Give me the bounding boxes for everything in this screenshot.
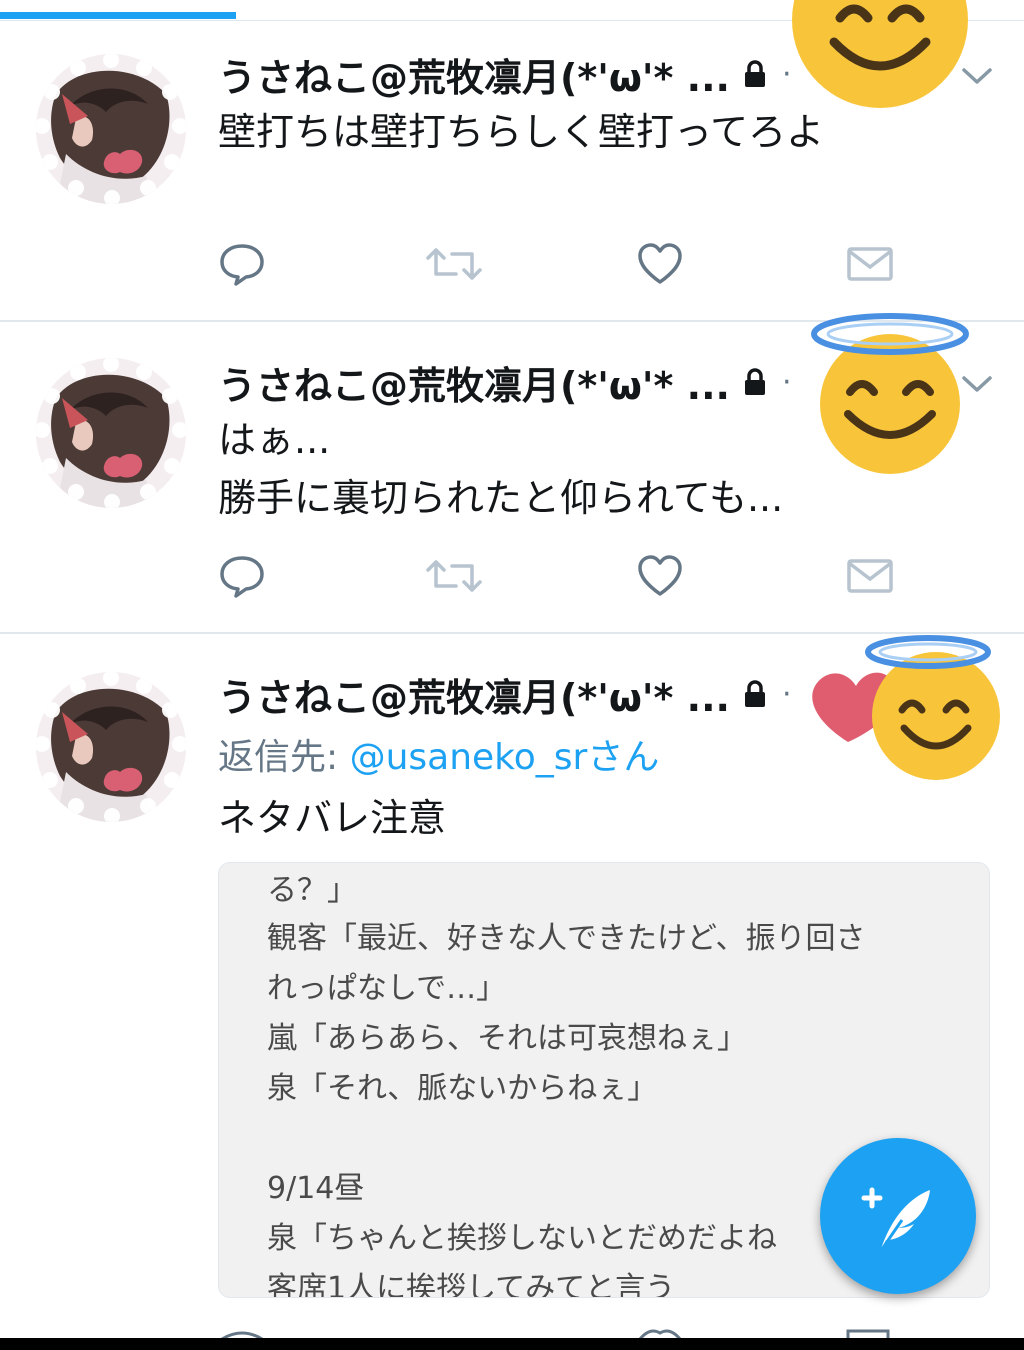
image-text-line: 嵐「あらあら、それは可哀想ねぇ」 bbox=[267, 1021, 747, 1056]
separator-dot: · bbox=[781, 364, 792, 400]
tweet-actions bbox=[218, 552, 918, 602]
reply-handle-link[interactable]: @usaneko_srさん bbox=[350, 737, 660, 778]
tweet-header: うさねこ@荒牧凛月(*'ω'* ... · bbox=[218, 46, 792, 102]
reply-icon[interactable] bbox=[218, 240, 266, 288]
envelope-icon[interactable] bbox=[846, 552, 894, 600]
lock-icon bbox=[742, 59, 768, 89]
tab-indicator bbox=[0, 12, 236, 19]
smiling-face-emoji bbox=[790, 0, 970, 110]
retweet-icon[interactable] bbox=[426, 240, 482, 288]
image-text-line: 観客「最近、好きな人できたけど、振り回さ bbox=[267, 921, 866, 956]
avatar[interactable] bbox=[36, 54, 186, 204]
system-navigation-bar bbox=[0, 1338, 1024, 1350]
image-text-line: 客席1人に挨拶してみてと言う bbox=[267, 1271, 676, 1298]
avatar[interactable] bbox=[36, 358, 186, 508]
separator-dot: · bbox=[781, 676, 792, 712]
tweet-text: 壁打ちは壁打ちらしく壁打ってろよ bbox=[218, 110, 825, 154]
tweet-text-line: はぁ... bbox=[218, 418, 331, 462]
heart-icon[interactable] bbox=[636, 552, 684, 600]
compose-feather-icon bbox=[861, 1187, 930, 1253]
tweet-text-line: 勝手に裏切られたと仰られても... bbox=[218, 476, 784, 520]
display-name[interactable]: うさねこ@荒牧凛月(*'ω'* ... bbox=[218, 355, 730, 410]
image-text-line: 泉「それ、脈ないからねぇ」 bbox=[267, 1071, 658, 1106]
tweet-header: うさねこ@荒牧凛月(*'ω'* ... · bbox=[218, 666, 792, 722]
avatar[interactable] bbox=[36, 672, 186, 822]
lock-icon bbox=[742, 679, 768, 709]
compose-button[interactable] bbox=[820, 1138, 976, 1294]
display-name[interactable]: うさねこ@荒牧凛月(*'ω'* ... bbox=[218, 667, 730, 722]
retweet-icon[interactable] bbox=[426, 552, 482, 600]
smiling-face-with-halo-emoji bbox=[804, 306, 976, 478]
tweet-header: うさねこ@荒牧凛月(*'ω'* ... · bbox=[218, 354, 792, 410]
image-text-line: れっぱなしで…」 bbox=[267, 971, 507, 1006]
reply-prefix: 返信先: bbox=[218, 737, 350, 778]
image-text-line: 泉「ちゃんと挨拶しないとだめだよね bbox=[267, 1221, 777, 1256]
envelope-icon[interactable] bbox=[846, 240, 894, 288]
reply-context: 返信先: @usaneko_srさん bbox=[218, 728, 659, 788]
heart-icon[interactable] bbox=[636, 240, 684, 288]
display-name[interactable]: うさねこ@荒牧凛月(*'ω'* ... bbox=[218, 47, 730, 102]
lock-icon bbox=[742, 367, 768, 397]
reply-icon[interactable] bbox=[218, 552, 266, 600]
image-text-line: 9/14昼 bbox=[267, 1171, 365, 1206]
tweet-text: ネタバレ注意 bbox=[218, 796, 447, 840]
next-tweet-actions-peek bbox=[0, 1324, 1024, 1341]
timeline-screen: うさねこ@荒牧凛月(*'ω'* ... · 壁打ちは壁打ちらしく壁打ってろよ う… bbox=[0, 0, 1024, 1350]
tweet-actions bbox=[218, 240, 918, 290]
heart-and-halo-face-emoji bbox=[800, 630, 1000, 782]
image-text-line: る？」 bbox=[267, 873, 357, 908]
